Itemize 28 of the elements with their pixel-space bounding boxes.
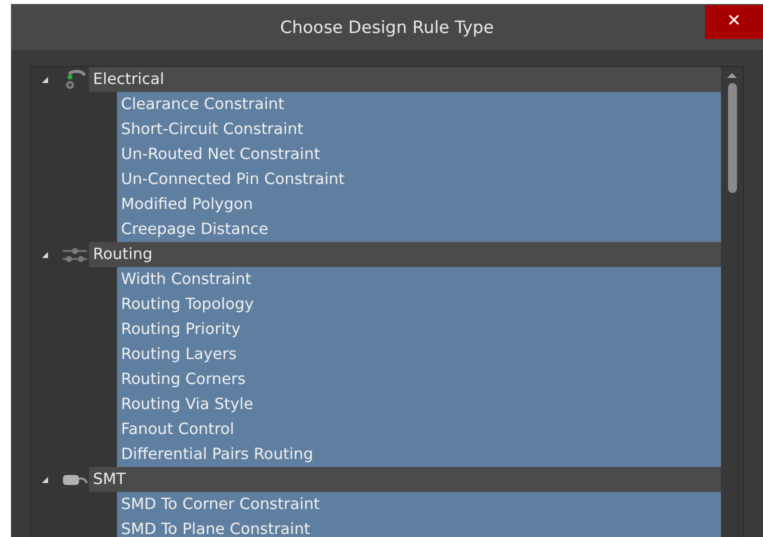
rule-item[interactable]: Un-Connected Pin Constraint: [117, 167, 721, 192]
category-item[interactable]: Routing: [89, 242, 721, 267]
rule-item[interactable]: Clearance Constraint: [117, 92, 721, 117]
scroll-thumb[interactable]: [728, 83, 736, 193]
rule-item[interactable]: SMD To Corner Constraint: [117, 492, 721, 517]
rule-item[interactable]: Un-Routed Net Constraint: [117, 142, 721, 167]
rule-item[interactable]: Width Constraint: [117, 267, 721, 292]
window-title: Choose Design Rule Type: [280, 17, 494, 40]
rule-item[interactable]: Short-Circuit Constraint: [117, 117, 721, 142]
scroll-up-icon[interactable]: [726, 71, 738, 79]
track-icon: [61, 246, 89, 262]
rule-item[interactable]: Routing Topology: [117, 292, 721, 317]
expand-toggle-icon[interactable]: [41, 250, 49, 258]
rule-item[interactable]: SMD To Plane Constraint: [117, 517, 721, 537]
rule-item[interactable]: Routing Layers: [117, 342, 721, 367]
rule-item[interactable]: Routing Corners: [117, 367, 721, 392]
category-item[interactable]: Electrical: [89, 67, 721, 92]
rule-item[interactable]: Routing Via Style: [117, 392, 721, 417]
close-button[interactable]: ✕: [705, 5, 763, 39]
rule-item[interactable]: Routing Priority: [117, 317, 721, 342]
rule-item[interactable]: Fanout Control: [117, 417, 721, 442]
expand-toggle-icon[interactable]: [41, 76, 49, 84]
rule-item[interactable]: Differential Pairs Routing: [117, 442, 721, 467]
component-icon: [61, 472, 89, 486]
category-item[interactable]: SMT: [89, 467, 721, 492]
rule-item[interactable]: Creepage Distance: [117, 217, 721, 242]
expand-toggle-icon[interactable]: [41, 476, 49, 484]
rule-item[interactable]: Modified Polygon: [117, 192, 721, 217]
